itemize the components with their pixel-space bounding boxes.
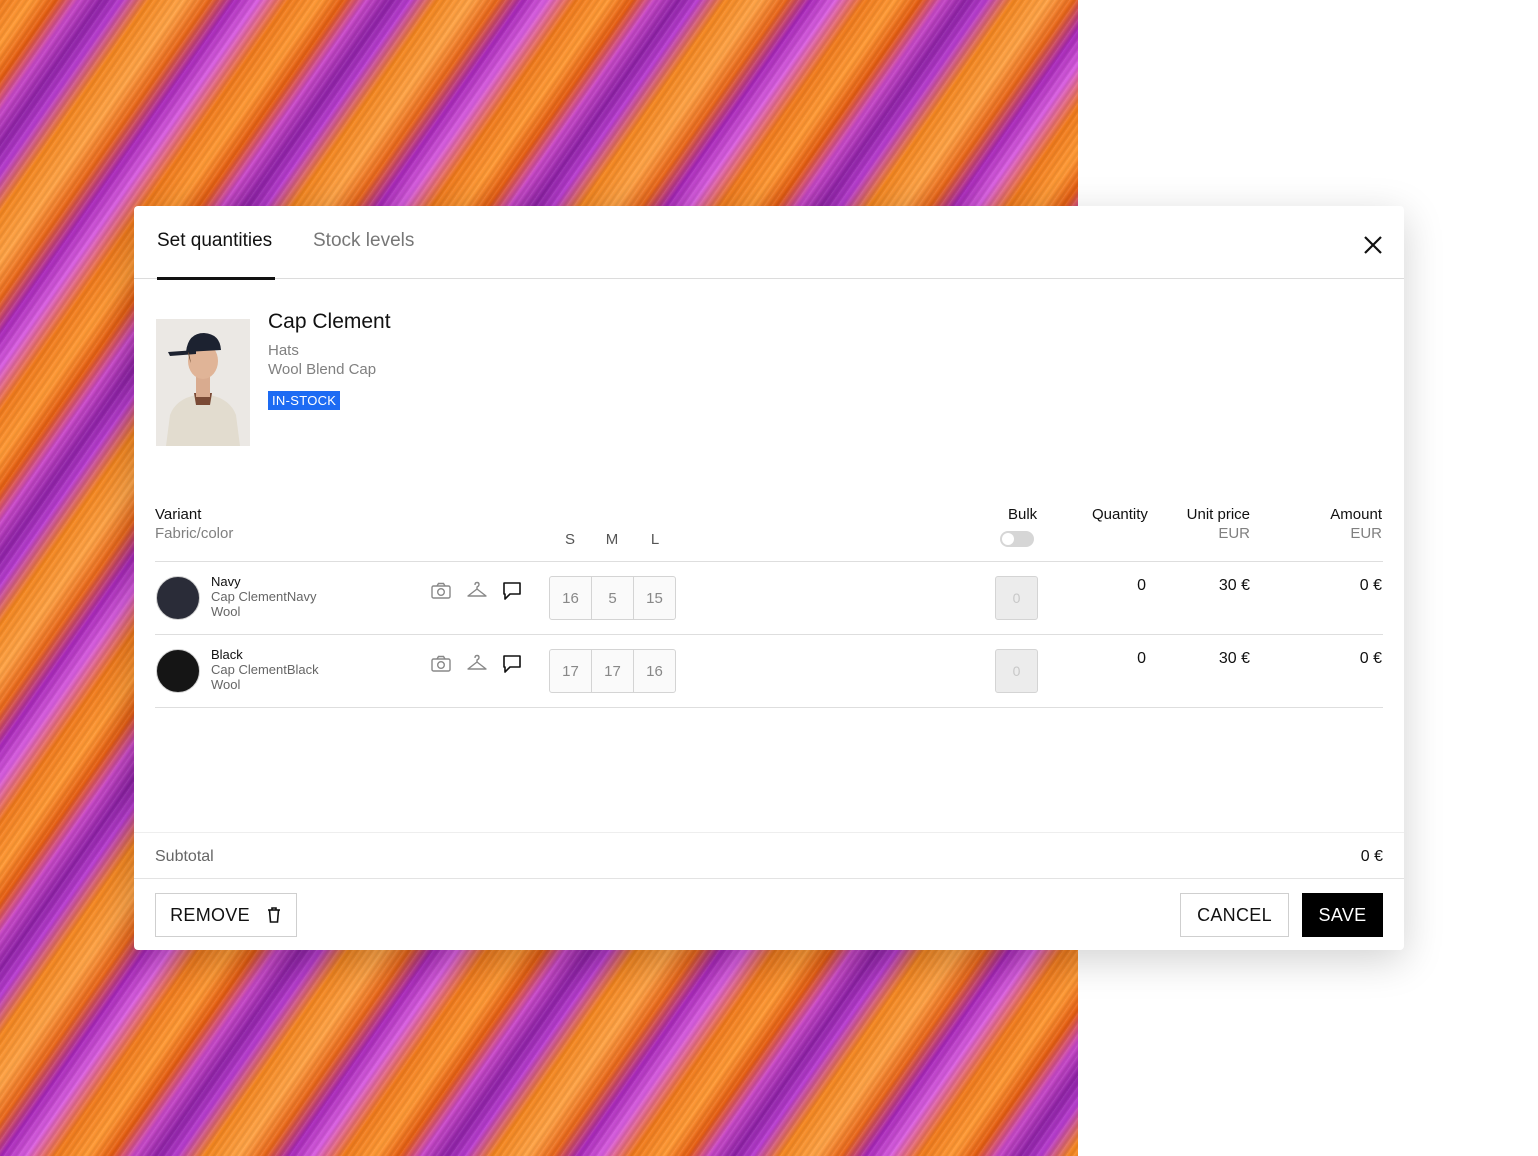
fabric-color-subheader: Fabric/color	[155, 525, 234, 542]
tab-set-quantities[interactable]: Set quantities	[157, 230, 272, 252]
remove-button-label: REMOVE	[170, 904, 250, 925]
row-amount: 0 €	[1359, 650, 1382, 667]
row-quantity: 0	[1137, 650, 1146, 667]
trash-icon	[267, 907, 280, 923]
quantity-input-l[interactable]: 15	[634, 577, 675, 619]
cancel-button[interactable]: CANCEL	[1180, 893, 1289, 937]
camera-icon[interactable]	[430, 653, 452, 675]
row-divider	[155, 707, 1383, 708]
comment-icon[interactable]	[501, 580, 523, 602]
comment-icon[interactable]	[501, 653, 523, 675]
quantity-input-s[interactable]: 17	[550, 650, 592, 692]
set-quantities-dialog: Set quantities Stock levels Cap Clement …	[134, 206, 1404, 950]
subtotal-label: Subtotal	[155, 848, 214, 865]
quantity-input-s[interactable]: 16	[550, 577, 592, 619]
unit-price-header: Unit price	[1186, 506, 1250, 523]
amount-currency: EUR	[1350, 525, 1382, 542]
color-swatch-black	[156, 649, 200, 693]
product-name: Cap Clement	[268, 310, 391, 333]
quantity-input-m[interactable]: 5	[592, 577, 634, 619]
unit-price-currency: EUR	[1218, 525, 1250, 542]
product-category: Hats	[268, 342, 299, 359]
tab-stock-levels[interactable]: Stock levels	[313, 230, 414, 252]
row-amount: 0 €	[1359, 577, 1382, 594]
product-description: Wool Blend Cap	[268, 361, 377, 378]
quantity-input-m[interactable]: 17	[592, 650, 634, 692]
row-unit-price: 30 €	[1218, 650, 1250, 667]
color-swatch-navy	[156, 576, 200, 620]
product-thumbnail	[156, 319, 250, 446]
quantity-input-l[interactable]: 16	[634, 650, 675, 692]
subtotal-bar: Subtotal 0 €	[134, 832, 1404, 879]
variant-name: Cap ClementBlack	[211, 662, 319, 677]
bulk-input: 0	[995, 649, 1038, 693]
size-quantity-inputs: 17 17 16	[549, 649, 676, 693]
save-button[interactable]: SAVE	[1302, 893, 1383, 937]
amount-header: Amount	[1330, 506, 1382, 523]
variant-color-name: Navy	[211, 574, 241, 589]
hanger-icon[interactable]	[466, 653, 488, 675]
size-header-s: S	[564, 531, 575, 548]
variant-fabric: Wool	[211, 604, 241, 619]
quantity-header: Quantity	[1092, 506, 1148, 523]
table-row: Navy Cap ClementNavy Wool 16 5 15 0 0 30…	[134, 562, 1404, 634]
variant-fabric: Wool	[211, 677, 241, 692]
active-tab-indicator	[157, 277, 275, 280]
bulk-header: Bulk	[1008, 506, 1038, 523]
bulk-input: 0	[995, 576, 1038, 620]
toggle-knob	[1002, 533, 1014, 545]
table-row: Black Cap ClementBlack Wool 17 17 16 0 0…	[134, 635, 1404, 707]
bulk-toggle[interactable]	[1000, 531, 1034, 547]
row-unit-price: 30 €	[1218, 577, 1250, 594]
subtotal-value: 0 €	[1360, 848, 1383, 865]
status-badge: IN-STOCK	[268, 391, 341, 410]
variant-header: Variant	[155, 506, 202, 523]
close-icon[interactable]	[1360, 232, 1386, 258]
variant-color-name: Black	[211, 647, 243, 662]
tab-bar: Set quantities Stock levels	[134, 206, 1404, 280]
camera-icon[interactable]	[430, 580, 452, 602]
size-quantity-inputs: 16 5 15	[549, 576, 676, 620]
size-header-m: M	[605, 531, 619, 548]
variant-name: Cap ClementNavy	[211, 589, 317, 604]
remove-button[interactable]: REMOVE	[155, 893, 297, 937]
row-quantity: 0	[1137, 577, 1146, 594]
size-header-l: L	[650, 531, 660, 548]
hanger-icon[interactable]	[466, 580, 488, 602]
